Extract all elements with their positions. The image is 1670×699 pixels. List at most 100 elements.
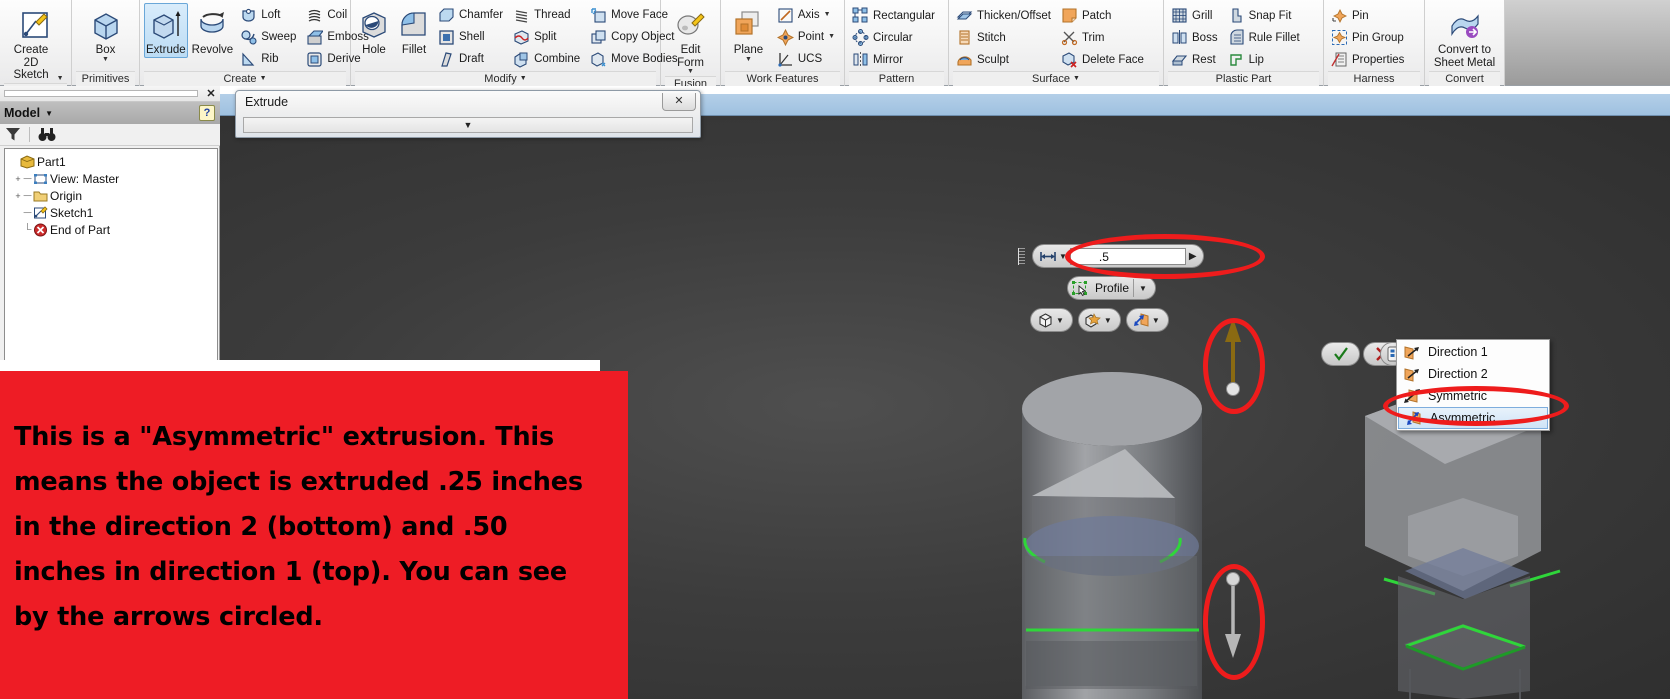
stitch-button[interactable]: Stitch <box>953 27 1056 49</box>
extrude-dialog-expander[interactable]: ▼ <box>243 117 693 133</box>
chevron-down-icon[interactable]: ▼ <box>1059 252 1067 261</box>
distance-input[interactable]: .5 <box>1069 247 1186 265</box>
model-browser-panel[interactable]: ✕ Model ▼ ? Part1 + ─ View: Master + ─ O… <box>0 86 220 372</box>
ucs-button[interactable]: UCS <box>774 48 840 70</box>
boolean-new-solid-button[interactable]: ▼ <box>1077 308 1121 332</box>
properties-button[interactable]: Properties <box>1328 49 1409 71</box>
chevron-down-icon[interactable]: ▼ <box>260 75 267 82</box>
draft-icon <box>438 51 455 68</box>
point-button[interactable]: Point ▼ <box>774 26 840 48</box>
spinner-right-icon[interactable]: ▶ <box>1186 251 1200 262</box>
direction-button[interactable]: ▼ <box>1125 308 1169 332</box>
tree-item-view-master[interactable]: + ─ View: Master <box>9 170 217 187</box>
browser-title-bar[interactable]: Model ▼ <box>0 102 220 124</box>
filter-icon[interactable] <box>5 127 21 142</box>
button-label: Revolve <box>191 44 234 56</box>
chevron-down-icon[interactable]: ▼ <box>1134 284 1152 293</box>
panel-title-convert: Convert <box>1429 71 1500 86</box>
box-button[interactable]: Box ▼ <box>76 3 135 64</box>
loft-button[interactable]: Loft <box>237 4 301 26</box>
tree-item-end-of-part[interactable]: └ End of Part <box>9 221 217 238</box>
circular-button[interactable]: Circular <box>849 27 940 49</box>
browser-scrollbar[interactable] <box>4 90 198 97</box>
ribbon-empty-area <box>1505 0 1670 85</box>
chevron-down-icon[interactable]: ▼ <box>824 11 831 18</box>
chamfer-button[interactable]: Chamfer <box>435 4 508 26</box>
edit-form-button[interactable]: Edit Form ▼ <box>665 3 716 76</box>
rest-button[interactable]: Rest <box>1168 49 1223 71</box>
help-icon[interactable]: ? <box>199 105 215 121</box>
chevron-down-icon[interactable]: ▼ <box>1104 316 1117 325</box>
rectangular-button[interactable]: Rectangular <box>849 5 940 27</box>
convert-to-sheet-metal-button[interactable]: Convert to Sheet Metal <box>1429 3 1500 70</box>
snap-fit-button[interactable]: Snap Fit <box>1225 5 1305 27</box>
extrude-button[interactable]: Extrude <box>144 3 188 58</box>
solid-output-button[interactable]: ▼ <box>1030 308 1073 332</box>
axis-icon <box>777 7 794 24</box>
mirror-button[interactable]: Mirror <box>849 49 940 71</box>
split-button[interactable]: Split <box>510 26 585 48</box>
tree-expander[interactable]: + <box>13 174 23 184</box>
axis-button[interactable]: Axis ▼ <box>774 4 840 26</box>
shell-button[interactable]: Shell <box>435 26 508 48</box>
extrude-dialog-close-button[interactable]: ✕ <box>662 93 696 111</box>
chevron-down-icon[interactable]: ▼ <box>57 75 64 82</box>
chevron-down-icon[interactable]: ▼ <box>520 75 527 82</box>
menu-item-direction-2[interactable]: Direction 2 <box>1397 363 1549 385</box>
chevron-down-icon[interactable]: ▼ <box>828 33 835 40</box>
button-label: Trim <box>1081 31 1105 44</box>
chevron-down-icon[interactable]: ▼ <box>1056 316 1069 325</box>
mini-toolbar-option-row[interactable]: ▼ ▼ ▼ <box>1030 308 1169 332</box>
draft-button[interactable]: Draft <box>435 48 508 70</box>
chevron-down-icon[interactable]: ▼ <box>745 56 752 63</box>
thread-button[interactable]: Thread <box>510 4 585 26</box>
ok-button[interactable] <box>1321 342 1360 366</box>
lip-button[interactable]: Lip <box>1225 49 1305 71</box>
chevron-down-icon[interactable]: ▼ <box>1152 316 1165 325</box>
sweep-button[interactable]: Sweep <box>237 26 301 48</box>
button-label: Chamfer <box>459 9 504 21</box>
patch-button[interactable]: Patch <box>1058 5 1149 27</box>
chevron-down-icon[interactable]: ▼ <box>1073 75 1080 82</box>
chevron-down-icon[interactable]: ▼ <box>102 56 109 63</box>
mini-toolbar-distance-row[interactable]: ▼ .5 ▶ <box>1018 244 1204 268</box>
fillet-button[interactable]: Fillet <box>395 3 433 58</box>
tree-item-origin[interactable]: + ─ Origin <box>9 187 217 204</box>
binoculars-icon[interactable] <box>38 127 56 142</box>
delete-face-button[interactable]: Delete Face <box>1058 49 1149 71</box>
rib-button[interactable]: Rib <box>237 48 301 70</box>
plane-button[interactable]: Plane ▼ <box>725 3 772 64</box>
profile-pill[interactable]: Profile ▼ <box>1067 276 1156 300</box>
mini-toolbar-profile-row[interactable]: Profile ▼ <box>1067 276 1156 300</box>
direction-dropdown-menu[interactable]: Direction 1 Direction 2 Symmetric Asymme… <box>1396 339 1550 431</box>
create-2d-sketch-button[interactable]: Create 2D Sketch ▼ <box>6 3 66 83</box>
distance-type-button[interactable]: ▼ <box>1036 246 1070 266</box>
model-tree[interactable]: Part1 + ─ View: Master + ─ Origin ─ Sket… <box>4 148 218 370</box>
hole-button[interactable]: Hole <box>355 3 393 58</box>
button-label: Axis <box>797 9 820 21</box>
browser-close-icon[interactable]: ✕ <box>202 87 220 100</box>
menu-item-asymmetric[interactable]: Asymmetric <box>1398 407 1548 429</box>
chevron-down-icon[interactable]: ▼ <box>45 109 53 118</box>
tree-item-part1[interactable]: Part1 <box>9 153 217 170</box>
browser-toolbar[interactable] <box>0 124 220 146</box>
revolve-button[interactable]: Revolve <box>190 3 236 58</box>
browser-scroll-strip[interactable]: ✕ <box>0 86 220 102</box>
chevron-down-icon[interactable]: ▼ <box>687 68 694 75</box>
combine-button[interactable]: Combine <box>510 48 585 70</box>
trim-button[interactable]: Trim <box>1058 27 1149 49</box>
pin-group-button[interactable]: Pin Group <box>1328 27 1409 49</box>
menu-item-symmetric[interactable]: Symmetric <box>1397 385 1549 407</box>
tree-item-sketch1[interactable]: ─ Sketch1 <box>9 204 217 221</box>
sculpt-button[interactable]: Sculpt <box>953 49 1056 71</box>
mini-toolbar-grip[interactable] <box>1018 247 1025 265</box>
tree-expander[interactable]: + <box>13 191 23 201</box>
distance-pill[interactable]: ▼ .5 ▶ <box>1032 244 1204 268</box>
rule-fillet-button[interactable]: Rule Fillet <box>1225 27 1305 49</box>
pin-button[interactable]: Pin <box>1328 5 1409 27</box>
boss-button[interactable]: Boss <box>1168 27 1223 49</box>
grill-button[interactable]: Grill <box>1168 5 1223 27</box>
extrude-dialog[interactable]: Extrude ✕ ▼ <box>235 90 701 138</box>
menu-item-direction-1[interactable]: Direction 1 <box>1397 341 1549 363</box>
thicken-offset-button[interactable]: Thicken/Offset <box>953 5 1056 27</box>
